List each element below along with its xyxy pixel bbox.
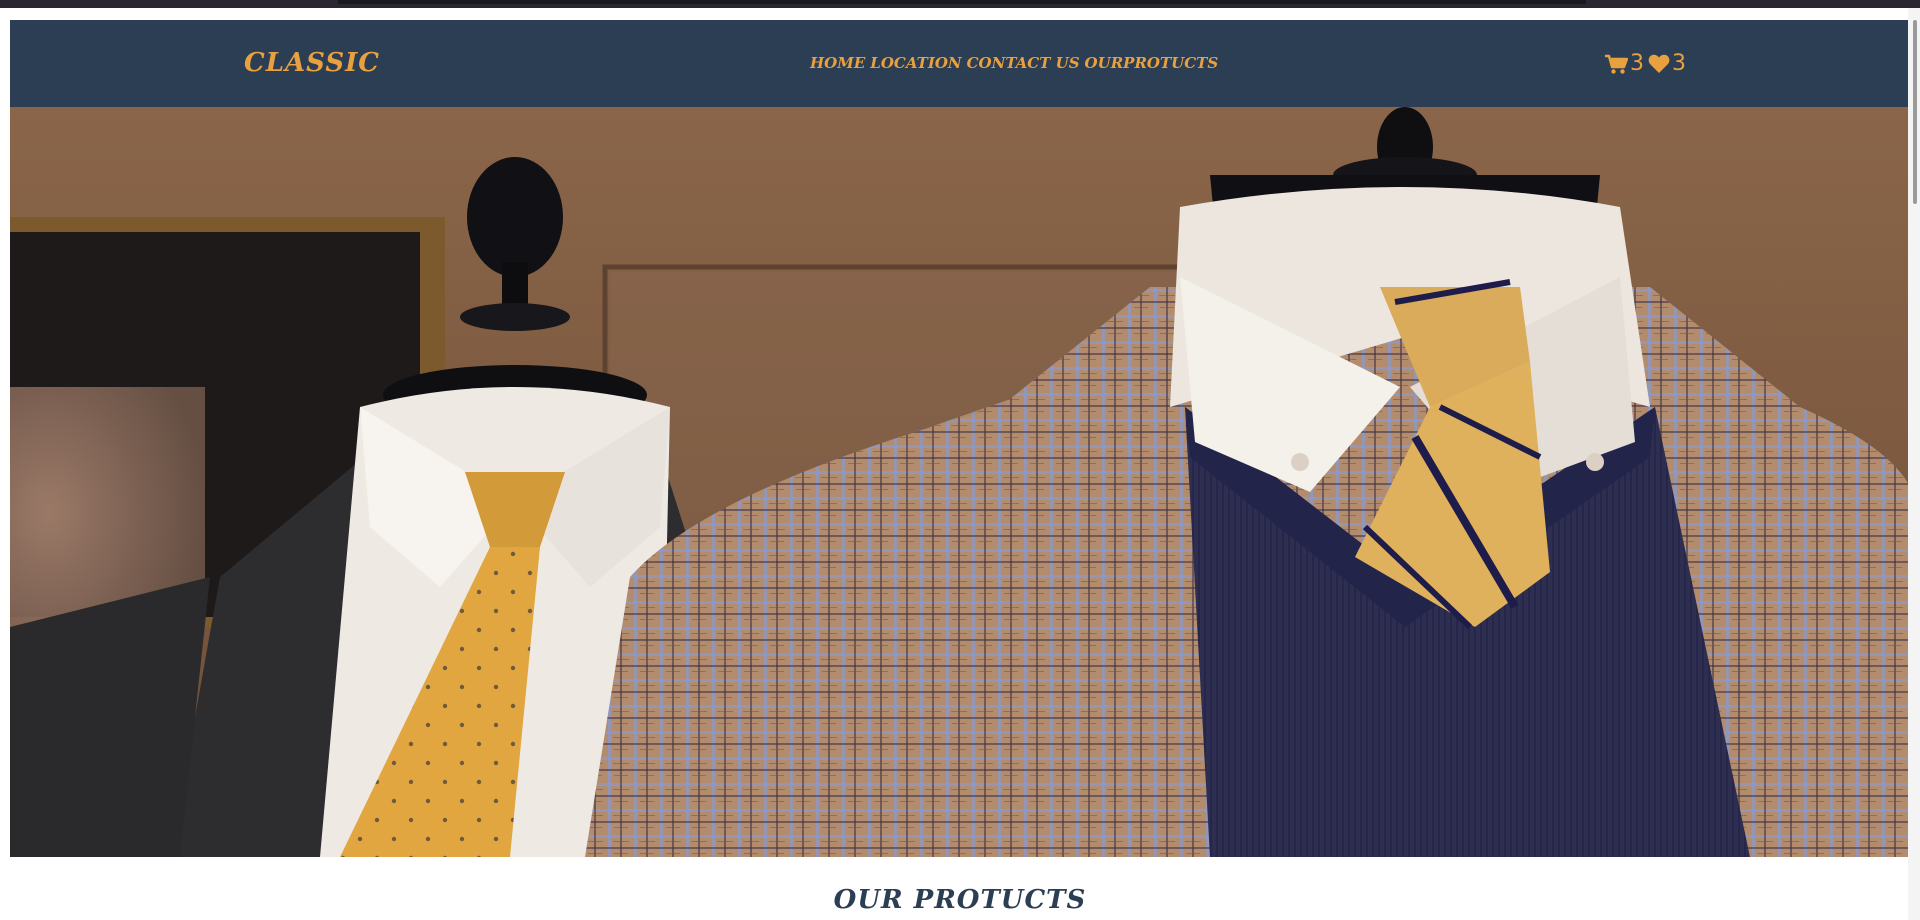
brand-logo[interactable]: CLASSIC	[244, 20, 380, 107]
wishlist-count: 3	[1672, 51, 1686, 76]
products-section-title: OUR PROTUCTS	[833, 885, 1087, 915]
nav-link-our-products[interactable]: OURPROTUCTS	[1085, 20, 1219, 107]
nav-link-location[interactable]: LOCATION	[870, 20, 961, 107]
nav-links: HOME LOCATION CONTACT US OURPROTUCTS	[810, 20, 1218, 107]
hero-image	[10, 107, 1910, 857]
browser-top-strip	[0, 0, 1920, 8]
scrollbar[interactable]	[1908, 8, 1920, 920]
nav-link-contact-us[interactable]: CONTACT US	[967, 20, 1080, 107]
scrollbar-thumb[interactable]	[1913, 20, 1917, 204]
heart-icon[interactable]	[1648, 54, 1670, 74]
browser-top-strip-inner	[338, 0, 1586, 4]
nav-link-home[interactable]: HOME	[810, 20, 865, 107]
nav-icons: 3 3	[1604, 20, 1688, 107]
cart-icon[interactable]	[1604, 53, 1628, 75]
page: CLASSIC HOME LOCATION CONTACT US OURPROT…	[0, 0, 1920, 920]
suits-on-mannequins-photo	[10, 107, 1910, 857]
cart-count: 3	[1630, 51, 1644, 76]
navbar: CLASSIC HOME LOCATION CONTACT US OURPROT…	[10, 20, 1910, 107]
